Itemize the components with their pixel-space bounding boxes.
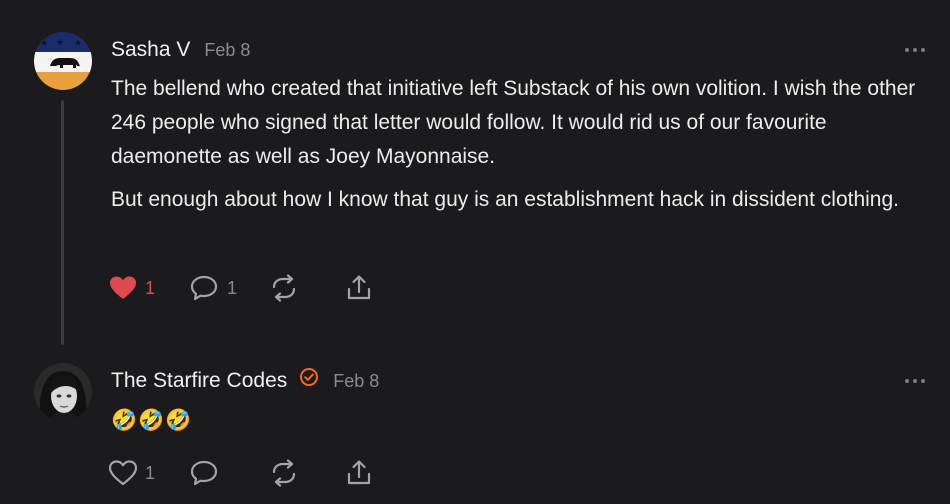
svg-text:★: ★ (40, 38, 48, 48)
share-upload-icon (347, 460, 371, 485)
comment-actions: 1 (109, 458, 385, 488)
like-button[interactable]: 1 (109, 273, 189, 303)
comment-header: The Starfire Codes Feb 8 (111, 367, 379, 393)
reply-count: 1 (227, 277, 238, 298)
rofl-emoji: 🤣 (165, 409, 192, 432)
emoji-content: 🤣 🤣 🤣 (111, 400, 921, 438)
restack-button[interactable] (269, 458, 345, 488)
comment-actions: 1 1 (109, 273, 385, 303)
verified-check-badge-icon (299, 367, 319, 387)
portrait-avatar-image (34, 363, 92, 421)
comment-body: 🤣 🤣 🤣 (111, 400, 921, 438)
svg-text:★: ★ (74, 38, 82, 48)
comment-header: Sasha V Feb 8 (111, 38, 250, 62)
comment-paragraph: The bellend who created that initiative … (111, 77, 916, 168)
like-count: 1 (145, 277, 156, 298)
more-options-button[interactable] (904, 42, 926, 52)
thread-line (61, 100, 64, 345)
heart-outline-icon (109, 460, 137, 486)
share-upload-icon (347, 275, 371, 300)
like-count: 1 (145, 462, 156, 483)
restack-arrows-icon (272, 459, 296, 487)
comment-body: The bellend who created that initiative … (111, 72, 921, 226)
like-button[interactable]: 1 (109, 458, 189, 488)
rofl-emoji: 🤣 (111, 409, 138, 432)
restack-arrows-icon (272, 274, 296, 302)
rofl-emoji: 🤣 (138, 409, 165, 432)
heart-icon (110, 276, 136, 299)
reply-button[interactable]: 1 (189, 273, 269, 303)
share-button[interactable] (345, 458, 385, 488)
comment-the-starfire-codes: The Starfire Codes Feb 8 🤣 🤣 🤣 1 (0, 350, 950, 504)
svg-text:★: ★ (56, 37, 64, 47)
speech-bubble-icon (190, 460, 218, 486)
comment-date[interactable]: Feb 8 (204, 40, 250, 61)
bison-flag-avatar-image: ★ ★ ★ (34, 32, 92, 90)
comment-paragraph: But enough about how I know that guy is … (111, 188, 899, 211)
avatar-sasha-v[interactable]: ★ ★ ★ (34, 32, 92, 90)
share-button[interactable] (345, 273, 385, 303)
avatar-the-starfire-codes[interactable] (34, 363, 92, 421)
author-name[interactable]: The Starfire Codes (111, 369, 287, 393)
speech-bubble-icon (190, 275, 218, 301)
author-name[interactable]: Sasha V (111, 38, 190, 62)
more-horizontal-icon (905, 48, 925, 52)
more-options-button[interactable] (904, 373, 926, 383)
restack-button[interactable] (269, 273, 345, 303)
more-horizontal-icon (905, 379, 925, 383)
comment-sasha-v: ★ ★ ★ Sasha V Feb 8 The bellend who crea… (0, 0, 950, 350)
reply-button[interactable] (189, 458, 269, 488)
comment-date[interactable]: Feb 8 (333, 371, 379, 392)
